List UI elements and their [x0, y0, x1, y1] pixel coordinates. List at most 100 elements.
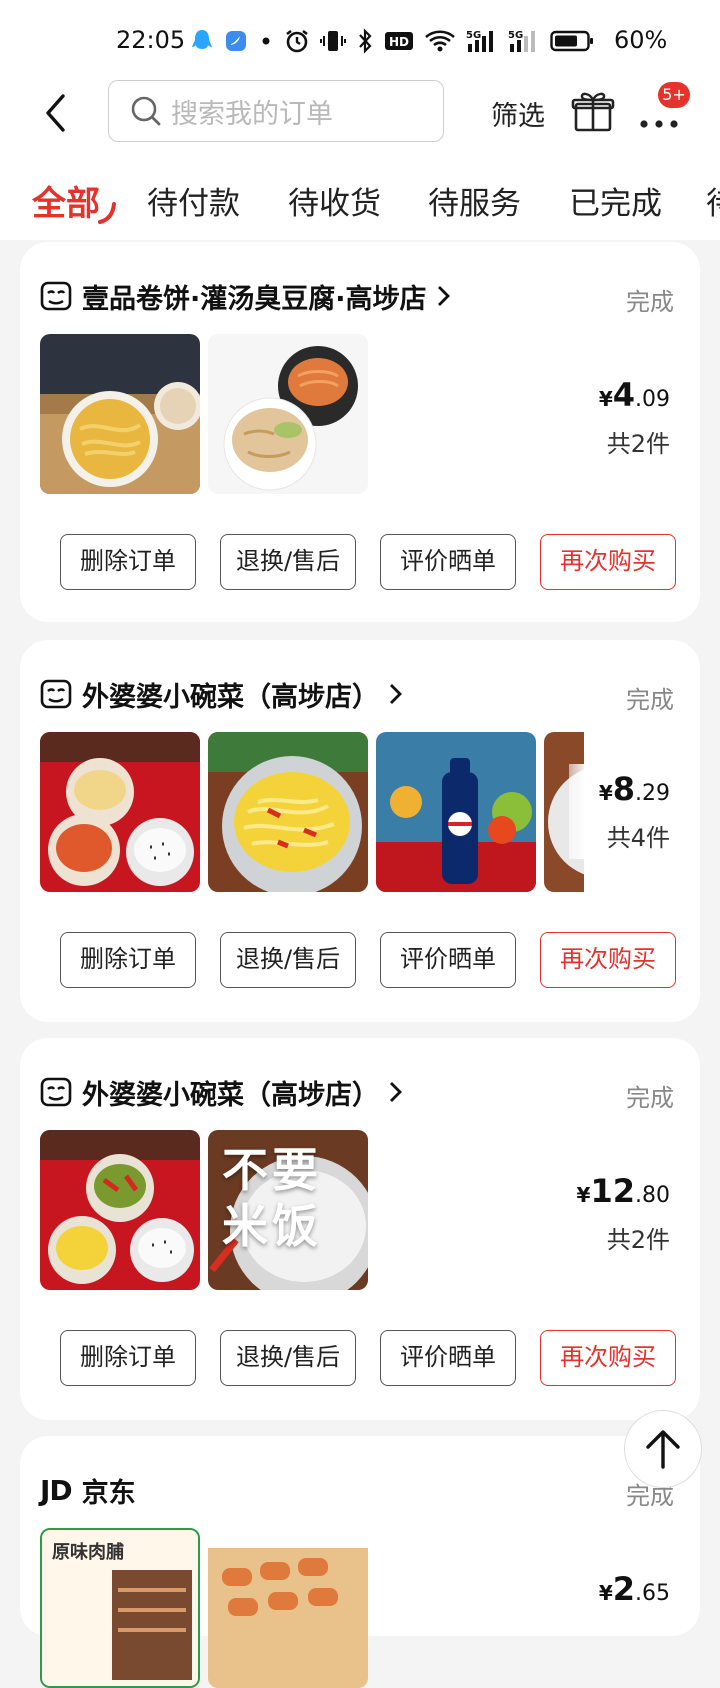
review-button[interactable]: 评价晒单	[380, 932, 516, 988]
gift-icon	[571, 92, 615, 132]
header: 搜索我的订单 筛选	[0, 80, 720, 146]
product-image-caption: 原味肉脯	[52, 1542, 124, 1563]
store-name: 外婆婆小碗菜（高埗店）	[82, 681, 379, 713]
order-price: ¥8.29	[598, 770, 670, 808]
battery-percent: 60%	[614, 26, 668, 54]
product-image[interactable]	[208, 334, 368, 494]
order-actions: 删除订单 退换/售后 评价晒单 再次购买	[60, 1330, 680, 1386]
arrow-up-icon	[646, 1430, 680, 1469]
filter-button[interactable]: 筛选	[491, 94, 545, 133]
price-block: ¥8.29 共4件	[568, 764, 670, 859]
product-thumbnails[interactable]	[40, 334, 368, 494]
store-name: 壹品卷饼·灌汤臭豆腐·高埗店	[82, 283, 427, 315]
chevron-left-icon	[46, 94, 65, 132]
order-card[interactable]: 壹品卷饼·灌汤臭豆腐·高埗店 完成 ¥4.09 共2件 删除订单 退换/售后 评…	[20, 242, 700, 622]
rebuy-button[interactable]: 再次购买	[540, 1330, 676, 1386]
tab-pending-payment[interactable]: 待付款	[147, 178, 240, 223]
wifi-icon	[425, 30, 455, 52]
review-button[interactable]: 评价晒单	[380, 1330, 516, 1386]
store-row[interactable]: 外婆婆小碗菜（高埗店）	[40, 1072, 405, 1112]
order-card[interactable]: 外婆婆小碗菜（高埗店） 完成 ¥8.29 共4件 删除订单 退换/售后 评价晒单…	[20, 640, 700, 1022]
chevron-right-icon	[437, 286, 450, 306]
order-price: ¥12.80	[576, 1172, 670, 1210]
item-count: 共4件	[606, 824, 670, 852]
tab-pending-service[interactable]: 待服务	[428, 178, 521, 223]
rebuy-button[interactable]: 再次购买	[540, 932, 676, 988]
vibrate-icon	[320, 31, 346, 51]
return-service-button[interactable]: 退换/售后	[220, 932, 356, 988]
signal-5g-icon: 5G	[508, 30, 535, 52]
signal-5g-icon: 5G	[466, 30, 493, 52]
delete-order-button[interactable]: 删除订单	[60, 1330, 196, 1386]
product-thumbnails[interactable]: 不要 米饭	[40, 1130, 368, 1290]
order-status: 完成	[626, 288, 674, 316]
product-image[interactable]	[40, 334, 200, 494]
price-block: ¥12.80 共2件	[577, 1172, 670, 1255]
order-actions: 删除订单 退换/售后 评价晒单 再次购买	[60, 932, 680, 988]
review-button[interactable]: 评价晒单	[380, 534, 516, 590]
search-placeholder: 搜索我的订单	[171, 98, 333, 130]
scroll-to-top-button[interactable]	[624, 1410, 702, 1488]
back-button[interactable]	[36, 88, 76, 138]
item-count: 共2件	[606, 1226, 670, 1254]
order-status: 完成	[626, 1084, 674, 1112]
rebuy-button[interactable]: 再次购买	[540, 534, 676, 590]
product-image[interactable]	[40, 732, 200, 892]
store-row[interactable]: 外婆婆小碗菜（高埗店）	[40, 674, 405, 714]
item-count: 共2件	[606, 430, 670, 458]
top-area: 22:05 HD 5G 5G 60% 搜索我的订单 筛选 5+ 全部 待付款 待…	[0, 0, 720, 240]
product-thumbnails[interactable]	[40, 732, 584, 892]
return-service-button[interactable]: 退换/售后	[220, 534, 356, 590]
product-image[interactable]: 不要 米饭	[208, 1130, 368, 1290]
store-icon	[40, 1077, 72, 1107]
product-image[interactable]: 原味肉脯	[40, 1528, 200, 1688]
product-image[interactable]	[40, 1130, 200, 1290]
tab-active-indicator	[98, 202, 116, 224]
order-price: ¥4.09	[598, 376, 670, 414]
battery-icon	[550, 30, 593, 52]
svg-text:HD: HD	[389, 35, 409, 49]
order-tabs: 全部 待付款 待收货 待服务 已完成 待	[0, 176, 720, 236]
bluetooth-icon	[359, 28, 372, 54]
tab-completed[interactable]: 已完成	[569, 178, 662, 223]
price-block: ¥4.09 共2件	[599, 376, 670, 459]
order-price: ¥2.65	[598, 1570, 670, 1608]
return-service-button[interactable]: 退换/售后	[220, 1330, 356, 1386]
product-thumbnails[interactable]: 原味肉脯	[40, 1528, 368, 1688]
store-name: 京东	[81, 1477, 136, 1509]
hd-icon: HD	[385, 32, 413, 50]
notification-badge: 5+	[658, 82, 690, 108]
order-card[interactable]: JD 京东 完成 原味肉脯 ¥2.65	[20, 1436, 700, 1688]
gift-button[interactable]	[570, 88, 616, 134]
qq-icon	[192, 30, 212, 49]
tab-all[interactable]: 全部	[32, 176, 100, 225]
alarm-icon	[286, 29, 308, 53]
svg-text:5G: 5G	[466, 30, 481, 41]
store-row[interactable]: 壹品卷饼·灌汤臭豆腐·高埗店	[40, 276, 453, 316]
order-status: 完成	[626, 686, 674, 714]
chevron-right-icon	[390, 1082, 402, 1102]
store-row[interactable]: JD 京东	[40, 1470, 136, 1510]
delete-order-button[interactable]: 删除订单	[60, 932, 196, 988]
chevron-right-icon	[390, 684, 402, 704]
delete-order-button[interactable]: 删除订单	[60, 534, 196, 590]
status-time: 22:05	[116, 26, 186, 54]
search-icon	[129, 94, 163, 128]
status-icons: HD 5G 5G	[190, 24, 594, 58]
jd-logo: JD	[40, 1473, 73, 1507]
tab-pending-receipt[interactable]: 待收货	[288, 178, 381, 223]
tab-more-partial[interactable]: 待	[706, 178, 720, 223]
price-block: ¥2.65	[599, 1570, 670, 1608]
app-icon	[226, 31, 246, 51]
product-image-caption: 不要 米饭	[222, 1143, 322, 1253]
dot-icon	[262, 37, 270, 45]
store-icon	[40, 679, 72, 709]
order-card[interactable]: 外婆婆小碗菜（高埗店） 完成 不要 米饭 ¥12.80 共2件 删除订单 退换/…	[20, 1038, 700, 1420]
search-input[interactable]: 搜索我的订单	[108, 80, 444, 142]
store-name: 外婆婆小碗菜（高埗店）	[82, 1079, 379, 1111]
order-actions: 删除订单 退换/售后 评价晒单 再次购买	[60, 534, 680, 590]
product-image[interactable]	[208, 732, 368, 892]
svg-text:5G: 5G	[508, 30, 523, 41]
product-image[interactable]	[376, 732, 536, 892]
product-image[interactable]	[208, 1528, 368, 1688]
